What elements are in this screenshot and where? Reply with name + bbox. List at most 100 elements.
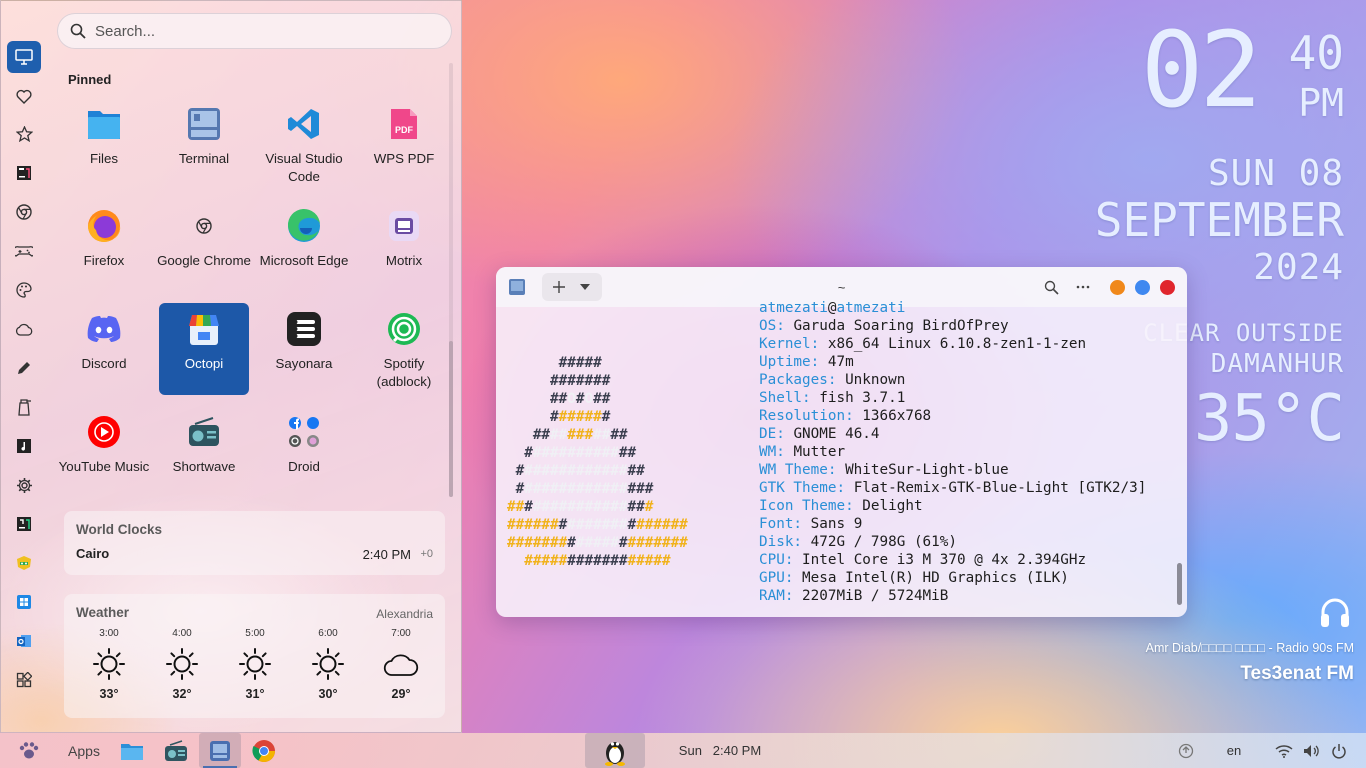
app-google-chrome[interactable]: Google Chrome — [157, 200, 251, 292]
app-firefox[interactable]: Firefox — [59, 200, 149, 292]
jetbrains-toolbox-icon[interactable] — [7, 157, 41, 189]
info-value: x86_64 Linux 6.10.8-zen1-1-zen — [827, 336, 1087, 352]
music-icon[interactable] — [7, 430, 41, 462]
cloud-icon[interactable] — [7, 313, 41, 345]
logo-segment: # — [515, 481, 525, 497]
app-label: Google Chrome — [157, 253, 251, 268]
star-icon[interactable] — [7, 118, 41, 150]
weather-hour-temp: 33° — [99, 687, 119, 701]
outlook-icon[interactable] — [7, 625, 41, 657]
app-label: Files — [89, 151, 119, 166]
app-shortwave[interactable]: Shortwave — [159, 406, 249, 498]
info-key: Packages: — [759, 372, 846, 388]
info-key: OS: — [759, 318, 794, 334]
info-value: 2207MiB / 5724MiB — [802, 588, 949, 604]
shortwave-icon[interactable] — [160, 733, 192, 768]
terminal-scrollbar[interactable] — [1177, 563, 1182, 605]
info-key: Font: — [759, 516, 811, 532]
language-indicator[interactable]: en — [1218, 733, 1250, 768]
logo-segment: ##### — [524, 553, 568, 569]
maximize-button[interactable] — [1135, 279, 1150, 295]
app-label: WPS PDF — [373, 151, 435, 166]
apps-button[interactable]: Apps — [58, 733, 110, 768]
chrome-icon[interactable] — [248, 733, 280, 768]
gamepad-icon[interactable] — [7, 235, 41, 267]
app-octopi[interactable]: Octopi — [159, 303, 249, 395]
garuda-paw-icon[interactable] — [12, 733, 46, 768]
close-button[interactable] — [1160, 279, 1175, 295]
info-key: Icon Theme: — [759, 498, 863, 514]
cleaner-icon[interactable] — [7, 391, 41, 423]
app-sayonara[interactable]: Sayonara — [259, 303, 349, 395]
app-discord[interactable]: Discord — [59, 303, 149, 395]
garuda-icon[interactable] — [7, 547, 41, 579]
logo-line: ################# — [507, 498, 688, 516]
jetbrains-icon[interactable] — [7, 508, 41, 540]
logo-segment — [507, 409, 550, 425]
logo-segment: ########## — [532, 445, 619, 461]
info-key: DE: — [759, 426, 794, 442]
weather-hour-time: 3:00 — [99, 628, 119, 639]
tux-icon[interactable] — [585, 733, 645, 768]
files-icon — [86, 106, 122, 142]
sun-icon — [164, 647, 200, 681]
new-tab-button[interactable] — [546, 274, 572, 300]
app-terminal[interactable]: Terminal — [159, 98, 249, 190]
shortwave-icon — [186, 414, 222, 450]
power-icon[interactable] — [1328, 733, 1350, 768]
weather-hour-temp: 30° — [318, 687, 338, 701]
palette-icon[interactable] — [7, 274, 41, 306]
desktop-icon[interactable] — [7, 41, 41, 73]
logo-line: ##################### — [507, 516, 688, 534]
app-visual-studio-code[interactable]: Visual Studio Code — [259, 98, 349, 190]
app-youtube-music[interactable]: YouTube Music — [59, 406, 149, 498]
logo-segment: ############ — [524, 481, 628, 497]
weather-hour: 4:00 32° — [152, 628, 212, 701]
logo-segment: ##### — [575, 535, 619, 551]
update-icon[interactable] — [1174, 733, 1198, 768]
info-value: Delight — [862, 498, 923, 514]
octopi-icon — [186, 311, 222, 347]
info-key: CPU: — [759, 552, 803, 568]
weather-card[interactable]: Weather Alexandria 3:00 33° 4:00 32° 5:00 31°… — [64, 594, 445, 718]
search-input[interactable] — [95, 22, 425, 40]
sun-icon — [237, 647, 273, 681]
chevron-down-icon[interactable] — [572, 274, 598, 300]
terminal-icon[interactable] — [199, 733, 241, 768]
world-clocks-card[interactable]: World Clocks Cairo 2:40 PM +0 — [64, 511, 445, 575]
taskbar-clock[interactable]: Sun 2:40 PM — [665, 733, 775, 768]
user-host-line: atmezati@atmezati — [759, 299, 1146, 317]
minimize-button[interactable] — [1110, 279, 1125, 295]
logo-segment: ####### — [507, 535, 568, 551]
files-icon[interactable] — [116, 733, 148, 768]
app-microsoft-edge[interactable]: Microsoft Edge — [259, 200, 349, 292]
app-label: Spotify (adblock) — [376, 356, 432, 389]
chrome-icon[interactable] — [7, 196, 41, 228]
weather-hour-temp: 31° — [245, 687, 265, 701]
info-value: 1366x768 — [862, 408, 932, 424]
menu-scrollbar-thumb[interactable] — [449, 341, 453, 497]
info-line: Resolution: 1366x768 — [759, 407, 1146, 425]
terminal-window[interactable]: ~ ##### ####### ##O#O## ####### ########… — [496, 267, 1187, 617]
menu-scrollbar[interactable] — [449, 63, 453, 497]
wifi-icon[interactable] — [1273, 733, 1295, 768]
app-wps-pdf[interactable]: PDF WPS PDF — [359, 98, 449, 190]
app-spotify-adblock[interactable]: Spotify (adblock) — [359, 303, 449, 395]
search-icon[interactable] — [1038, 274, 1064, 300]
app-droid[interactable]: Droid — [259, 406, 349, 498]
menu-dots-icon[interactable] — [1070, 274, 1096, 300]
headphones-icon[interactable] — [1318, 596, 1352, 628]
search-box[interactable] — [57, 13, 452, 49]
settings-icon[interactable] — [7, 469, 41, 501]
terminal-output[interactable]: ##### ####### ##O#O## ####### ##########… — [496, 300, 1187, 617]
volume-icon[interactable] — [1301, 733, 1323, 768]
weather-hour-time: 5:00 — [245, 628, 265, 639]
extensions-icon[interactable] — [7, 664, 41, 696]
app-files[interactable]: Files — [59, 98, 149, 190]
logo-segment — [507, 427, 533, 443]
app-motrix[interactable]: Motrix — [359, 200, 449, 292]
heart-icon[interactable] — [7, 80, 41, 112]
pencil-icon[interactable] — [7, 352, 41, 384]
windows-icon[interactable] — [7, 586, 41, 618]
logo-segment: O — [567, 391, 576, 407]
